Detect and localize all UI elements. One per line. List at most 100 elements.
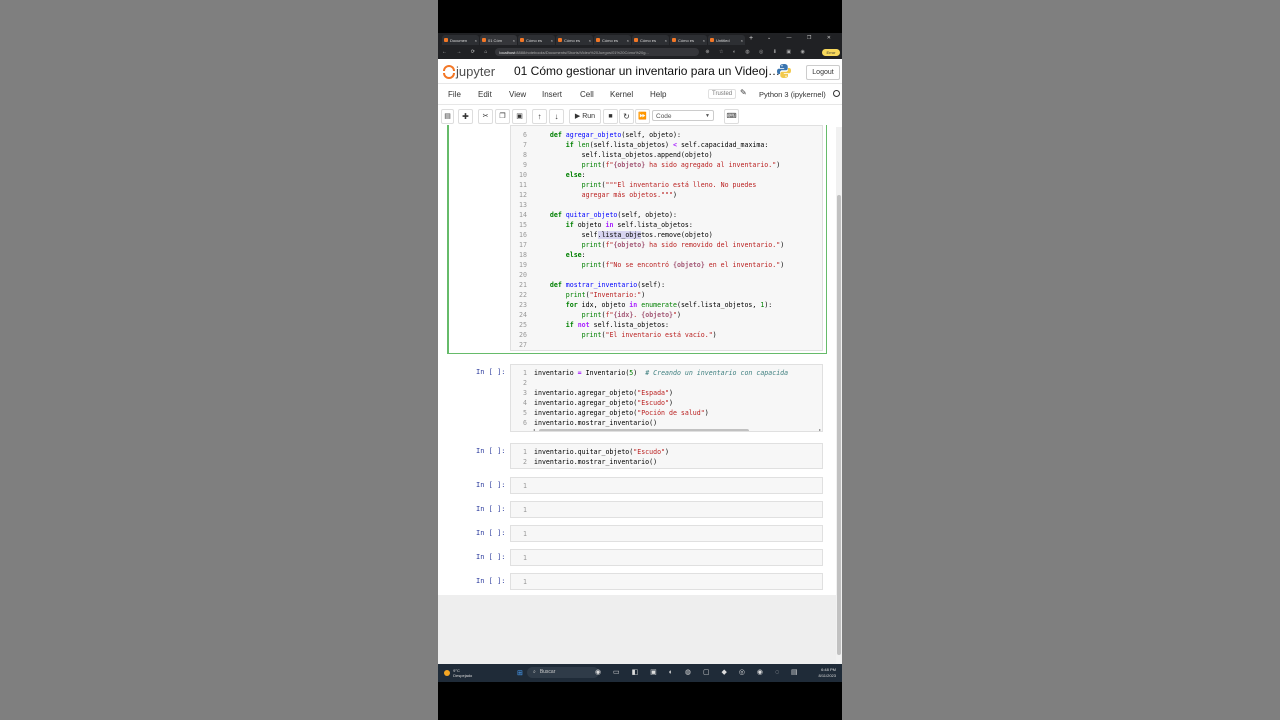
line-number: 1 xyxy=(523,369,527,377)
restart-run-all-icon[interactable]: ⏩ xyxy=(635,109,650,124)
run-button[interactable]: ▶ Run xyxy=(569,109,601,124)
move-up-icon[interactable]: ↑ xyxy=(532,109,547,124)
jupyter-logo[interactable]: jupyter xyxy=(442,64,495,79)
code-cell-editor[interactable]: 1 xyxy=(510,573,823,590)
cell-type-value: Code xyxy=(656,113,672,120)
add-cell-icon[interactable]: ✚ xyxy=(458,109,473,124)
line-number: 15 xyxy=(519,221,527,229)
save-icon[interactable]: ▤ xyxy=(441,109,454,124)
code-line: 1 xyxy=(511,481,822,491)
taskbar-search[interactable]: ⌕ Buscar xyxy=(527,667,599,678)
restart-icon[interactable]: ↻ xyxy=(619,109,634,124)
browser-tab[interactable]: Cómo es × xyxy=(518,35,555,45)
code-cell-editor[interactable]: 1 xyxy=(510,501,823,518)
code-cell-editor[interactable]: 1 xyxy=(510,549,823,566)
code-text: inventario.mostrar_inventario() xyxy=(534,458,658,466)
line-number: 13 xyxy=(519,201,527,209)
jupyter-notebook: jupyter 01 Cómo gestionar un inventario … xyxy=(438,59,842,664)
menu-insert[interactable]: Insert xyxy=(542,90,562,99)
extension-icons[interactable]: ⊕ ☆ ◐ ◍ ◎ ⬇ ▣ ◉ xyxy=(705,49,808,55)
tab-close-icon[interactable]: × xyxy=(589,38,591,43)
line-number: 6 xyxy=(523,419,527,427)
menu-kernel[interactable]: Kernel xyxy=(610,90,633,99)
tab-close-icon[interactable]: × xyxy=(665,38,667,43)
browser-tab[interactable]: Cómo es × xyxy=(632,35,669,45)
line-number: 20 xyxy=(519,271,527,279)
browser-tab[interactable]: Untitled × xyxy=(708,35,745,45)
scrollbar-thumb[interactable] xyxy=(837,195,841,655)
code-cell-editor[interactable]: 1 xyxy=(510,477,823,494)
code-cell-editor[interactable]: 1 inventario.quitar_objeto("Escudo") 2 inve… xyxy=(510,443,823,469)
browser-tab[interactable]: Cómo es × xyxy=(556,35,593,45)
tab-label: Cómo es xyxy=(640,37,657,43)
tab-favicon-icon xyxy=(710,38,714,42)
code-line: 4 inventario.agregar_objeto("Escudo") xyxy=(511,398,822,408)
cell-horizontal-scrollbar[interactable] xyxy=(539,429,749,431)
menu-edit[interactable]: Edit xyxy=(478,90,492,99)
clock-date: 8/11/2023 xyxy=(818,673,837,678)
browser-tab[interactable]: Cómo es × xyxy=(594,35,631,45)
menu-view[interactable]: View xyxy=(509,90,526,99)
cut-icon[interactable]: ✂ xyxy=(478,109,493,124)
tab-close-icon[interactable]: × xyxy=(703,38,705,43)
menu-cell[interactable]: Cell xyxy=(580,90,594,99)
cell-prompt: In [ ]: xyxy=(476,577,506,585)
tab-label: Cómo es xyxy=(678,37,695,43)
line-number: 8 xyxy=(523,151,527,159)
browser-tab[interactable]: 01 Cóm × xyxy=(480,35,517,45)
tab-close-icon[interactable]: × xyxy=(475,38,477,43)
command-palette-icon[interactable]: ⌨ xyxy=(724,109,739,124)
paste-icon[interactable]: ▣ xyxy=(512,109,527,124)
menu-file[interactable]: File xyxy=(448,90,461,99)
code-cell-editor[interactable]: 1 xyxy=(510,525,823,542)
python-logo-icon xyxy=(777,64,791,78)
code-text: agregar más objetos.""") xyxy=(534,191,677,199)
code-cell-editor[interactable]: 6 def agregar_objeto(self, objeto): 7 if … xyxy=(510,125,823,351)
code-text: inventario.agregar_objeto("Poción de sal… xyxy=(534,409,709,417)
code-cell-editor[interactable]: 1 inventario = Inventario(5) # Creando un… xyxy=(510,364,823,432)
browser-nav-icons[interactable]: ← → ⟳ ⌂ xyxy=(442,49,491,55)
browser-tab[interactable]: Documen × xyxy=(442,35,479,45)
url-field[interactable]: localhost:8888/notebooks/Documents/Short… xyxy=(495,48,700,56)
code-text: inventario.agregar_objeto("Escudo") xyxy=(534,399,673,407)
line-number: 19 xyxy=(519,261,527,269)
search-icon: ⌕ xyxy=(533,669,536,675)
menu-help[interactable]: Help xyxy=(650,90,666,99)
copy-icon[interactable]: ❐ xyxy=(495,109,510,124)
new-tab-button[interactable]: + xyxy=(749,33,753,45)
browser-tab[interactable]: Cómo es × xyxy=(670,35,707,45)
weather-widget[interactable]: 9°C Despejado xyxy=(444,668,472,678)
tab-close-icon[interactable]: × xyxy=(627,38,629,43)
taskbar-clock[interactable]: 6:48 PM 8/11/2023 xyxy=(819,667,837,679)
windows-start-icon[interactable]: ⊞ xyxy=(517,669,523,677)
search-placeholder: Buscar xyxy=(539,669,556,675)
notebook-title[interactable]: 01 Cómo gestionar un inventario para un … xyxy=(514,64,780,78)
scroll-right-icon[interactable]: ▸ xyxy=(819,427,821,431)
code-text: self.lista_objetos.remove(objeto) xyxy=(534,231,713,239)
logout-button[interactable]: Logout xyxy=(806,65,840,80)
sun-icon xyxy=(444,670,450,676)
cell-prompt: In [ ]: xyxy=(476,505,506,513)
tab-label: Cómo es xyxy=(602,37,619,43)
edit-pencil-icon[interactable]: ✎ xyxy=(740,88,747,97)
tab-close-icon[interactable]: × xyxy=(513,38,515,43)
code-text: self.lista_objetos.append(objeto) xyxy=(534,151,713,159)
tab-close-icon[interactable]: × xyxy=(741,38,743,43)
tab-close-icon[interactable]: × xyxy=(551,38,553,43)
trusted-indicator[interactable]: Trusted xyxy=(708,89,737,99)
cell-prompt: In [ ]: xyxy=(476,529,506,537)
code-line: 1 inventario.quitar_objeto("Escudo") xyxy=(511,447,822,457)
profile-error-badge[interactable]: Error xyxy=(822,48,840,56)
scroll-left-icon[interactable]: ◂ xyxy=(533,427,535,431)
kernel-name[interactable]: Python 3 (ipykernel) xyxy=(759,90,826,99)
cell-type-select[interactable]: Code ▼ xyxy=(652,110,714,121)
line-number: 17 xyxy=(519,241,527,249)
taskbar-app-icons[interactable]: ◉ ▭ ◧ ▣ ◐ ◍ ▢ ◆ ◎ ◉ ◌ ▤ xyxy=(595,668,803,676)
code-line: 23 for idx, objeto in enumerate(self.lis… xyxy=(511,300,822,310)
page-scrollbar[interactable] xyxy=(836,127,842,664)
line-number: 21 xyxy=(519,281,527,289)
move-down-icon[interactable]: ↓ xyxy=(549,109,564,124)
interrupt-icon[interactable]: ■ xyxy=(603,109,618,124)
url-path: :8888/notebooks/Documents/Shorts/Video%2… xyxy=(515,49,649,55)
window-controls[interactable]: ⌄ — ❐ ✕ xyxy=(767,33,838,44)
